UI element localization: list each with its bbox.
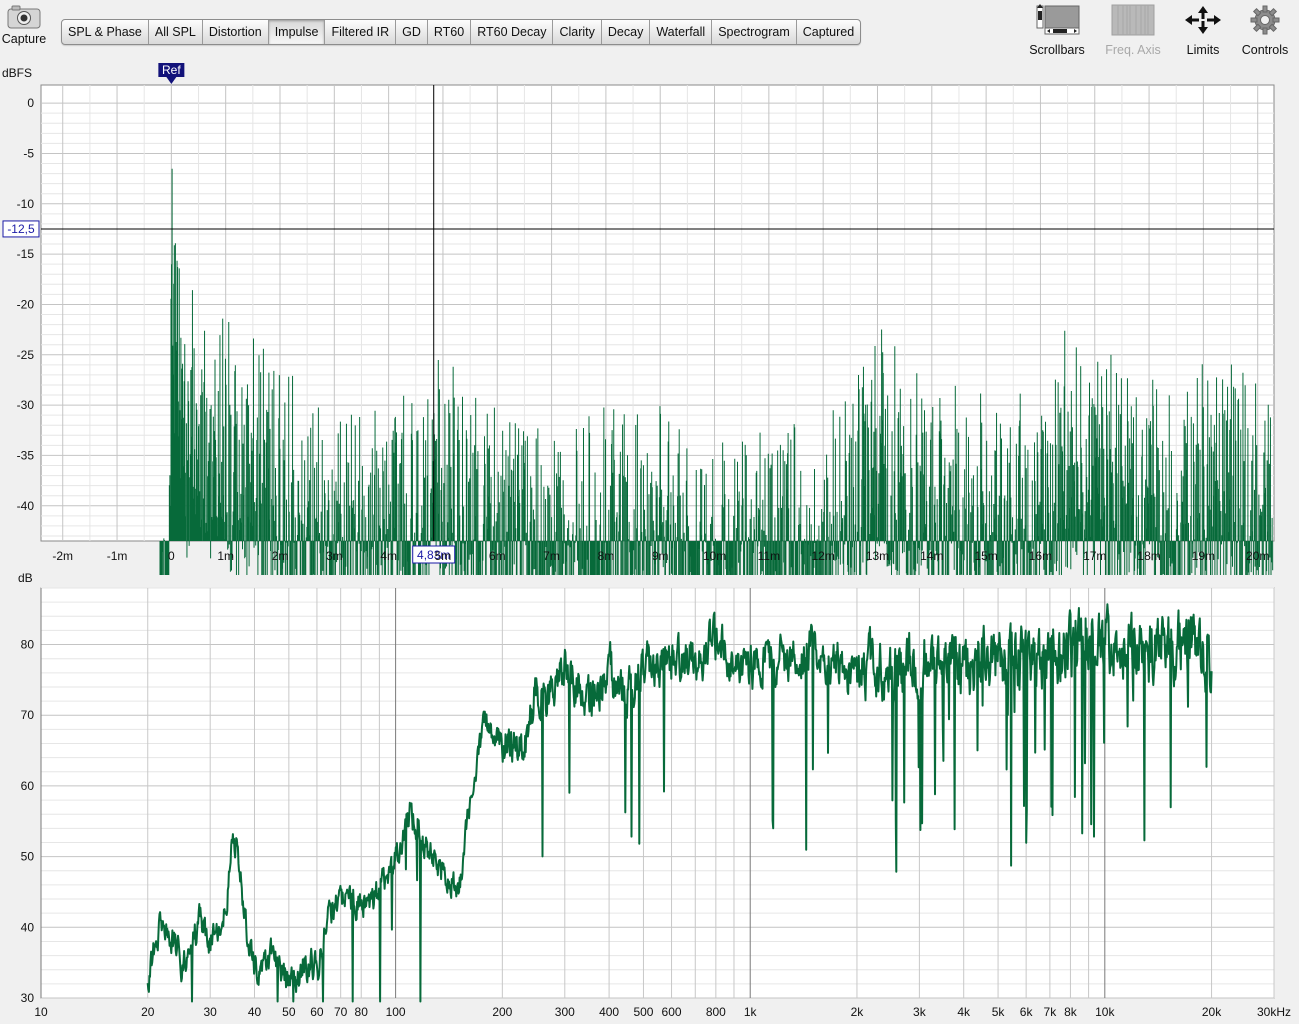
spl-x-tick: 3k bbox=[913, 1005, 927, 1019]
spl-x-tick: 70 bbox=[334, 1005, 348, 1019]
spl-x-tick: 7k bbox=[1044, 1005, 1058, 1019]
spl-x-tick: 100 bbox=[386, 1005, 406, 1019]
spl-y-tick: 30 bbox=[21, 991, 35, 1005]
spl-x-tick: 800 bbox=[706, 1005, 726, 1019]
spl-x-tick: 6k bbox=[1020, 1005, 1034, 1019]
spl-x-tick: 20k bbox=[1202, 1005, 1222, 1019]
spl-x-tick: 10 bbox=[34, 1005, 48, 1019]
spl-x-tick: 8k bbox=[1064, 1005, 1078, 1019]
spl-x-tick: 2k bbox=[851, 1005, 865, 1019]
spl-x-tick: 60 bbox=[310, 1005, 324, 1019]
spl-ylabel: dB bbox=[18, 571, 33, 585]
spl-x-tick: 40 bbox=[248, 1005, 262, 1019]
spl-x-tick: 500 bbox=[633, 1005, 653, 1019]
spl-y-tick: 50 bbox=[21, 850, 35, 864]
spl-x-tick: 600 bbox=[662, 1005, 682, 1019]
spl-x-tick: 20 bbox=[141, 1005, 155, 1019]
spl-y-tick: 40 bbox=[21, 920, 35, 934]
spl-y-tick: 80 bbox=[21, 638, 35, 652]
spl-x-tick: 1k bbox=[744, 1005, 758, 1019]
spl-x-tick: 300 bbox=[555, 1005, 575, 1019]
spl-y-tick: 70 bbox=[21, 708, 35, 722]
spl-x-tick: 50 bbox=[282, 1005, 296, 1019]
spl-x-tick: 30kHz bbox=[1257, 1005, 1291, 1019]
spl-x-tick: 4k bbox=[957, 1005, 971, 1019]
spl-x-tick: 10k bbox=[1095, 1005, 1115, 1019]
spl-x-tick: 30 bbox=[204, 1005, 218, 1019]
spl-x-tick: 200 bbox=[492, 1005, 512, 1019]
spl-x-tick: 5k bbox=[992, 1005, 1006, 1019]
spl-x-tick: 400 bbox=[599, 1005, 619, 1019]
spl-x-tick: 80 bbox=[355, 1005, 369, 1019]
spl-y-tick: 60 bbox=[21, 779, 35, 793]
spl-chart[interactable]: dB 10 20 30 40 50 60 70 80 100 200 300 400 500 600 800… bbox=[0, 0, 1299, 1024]
